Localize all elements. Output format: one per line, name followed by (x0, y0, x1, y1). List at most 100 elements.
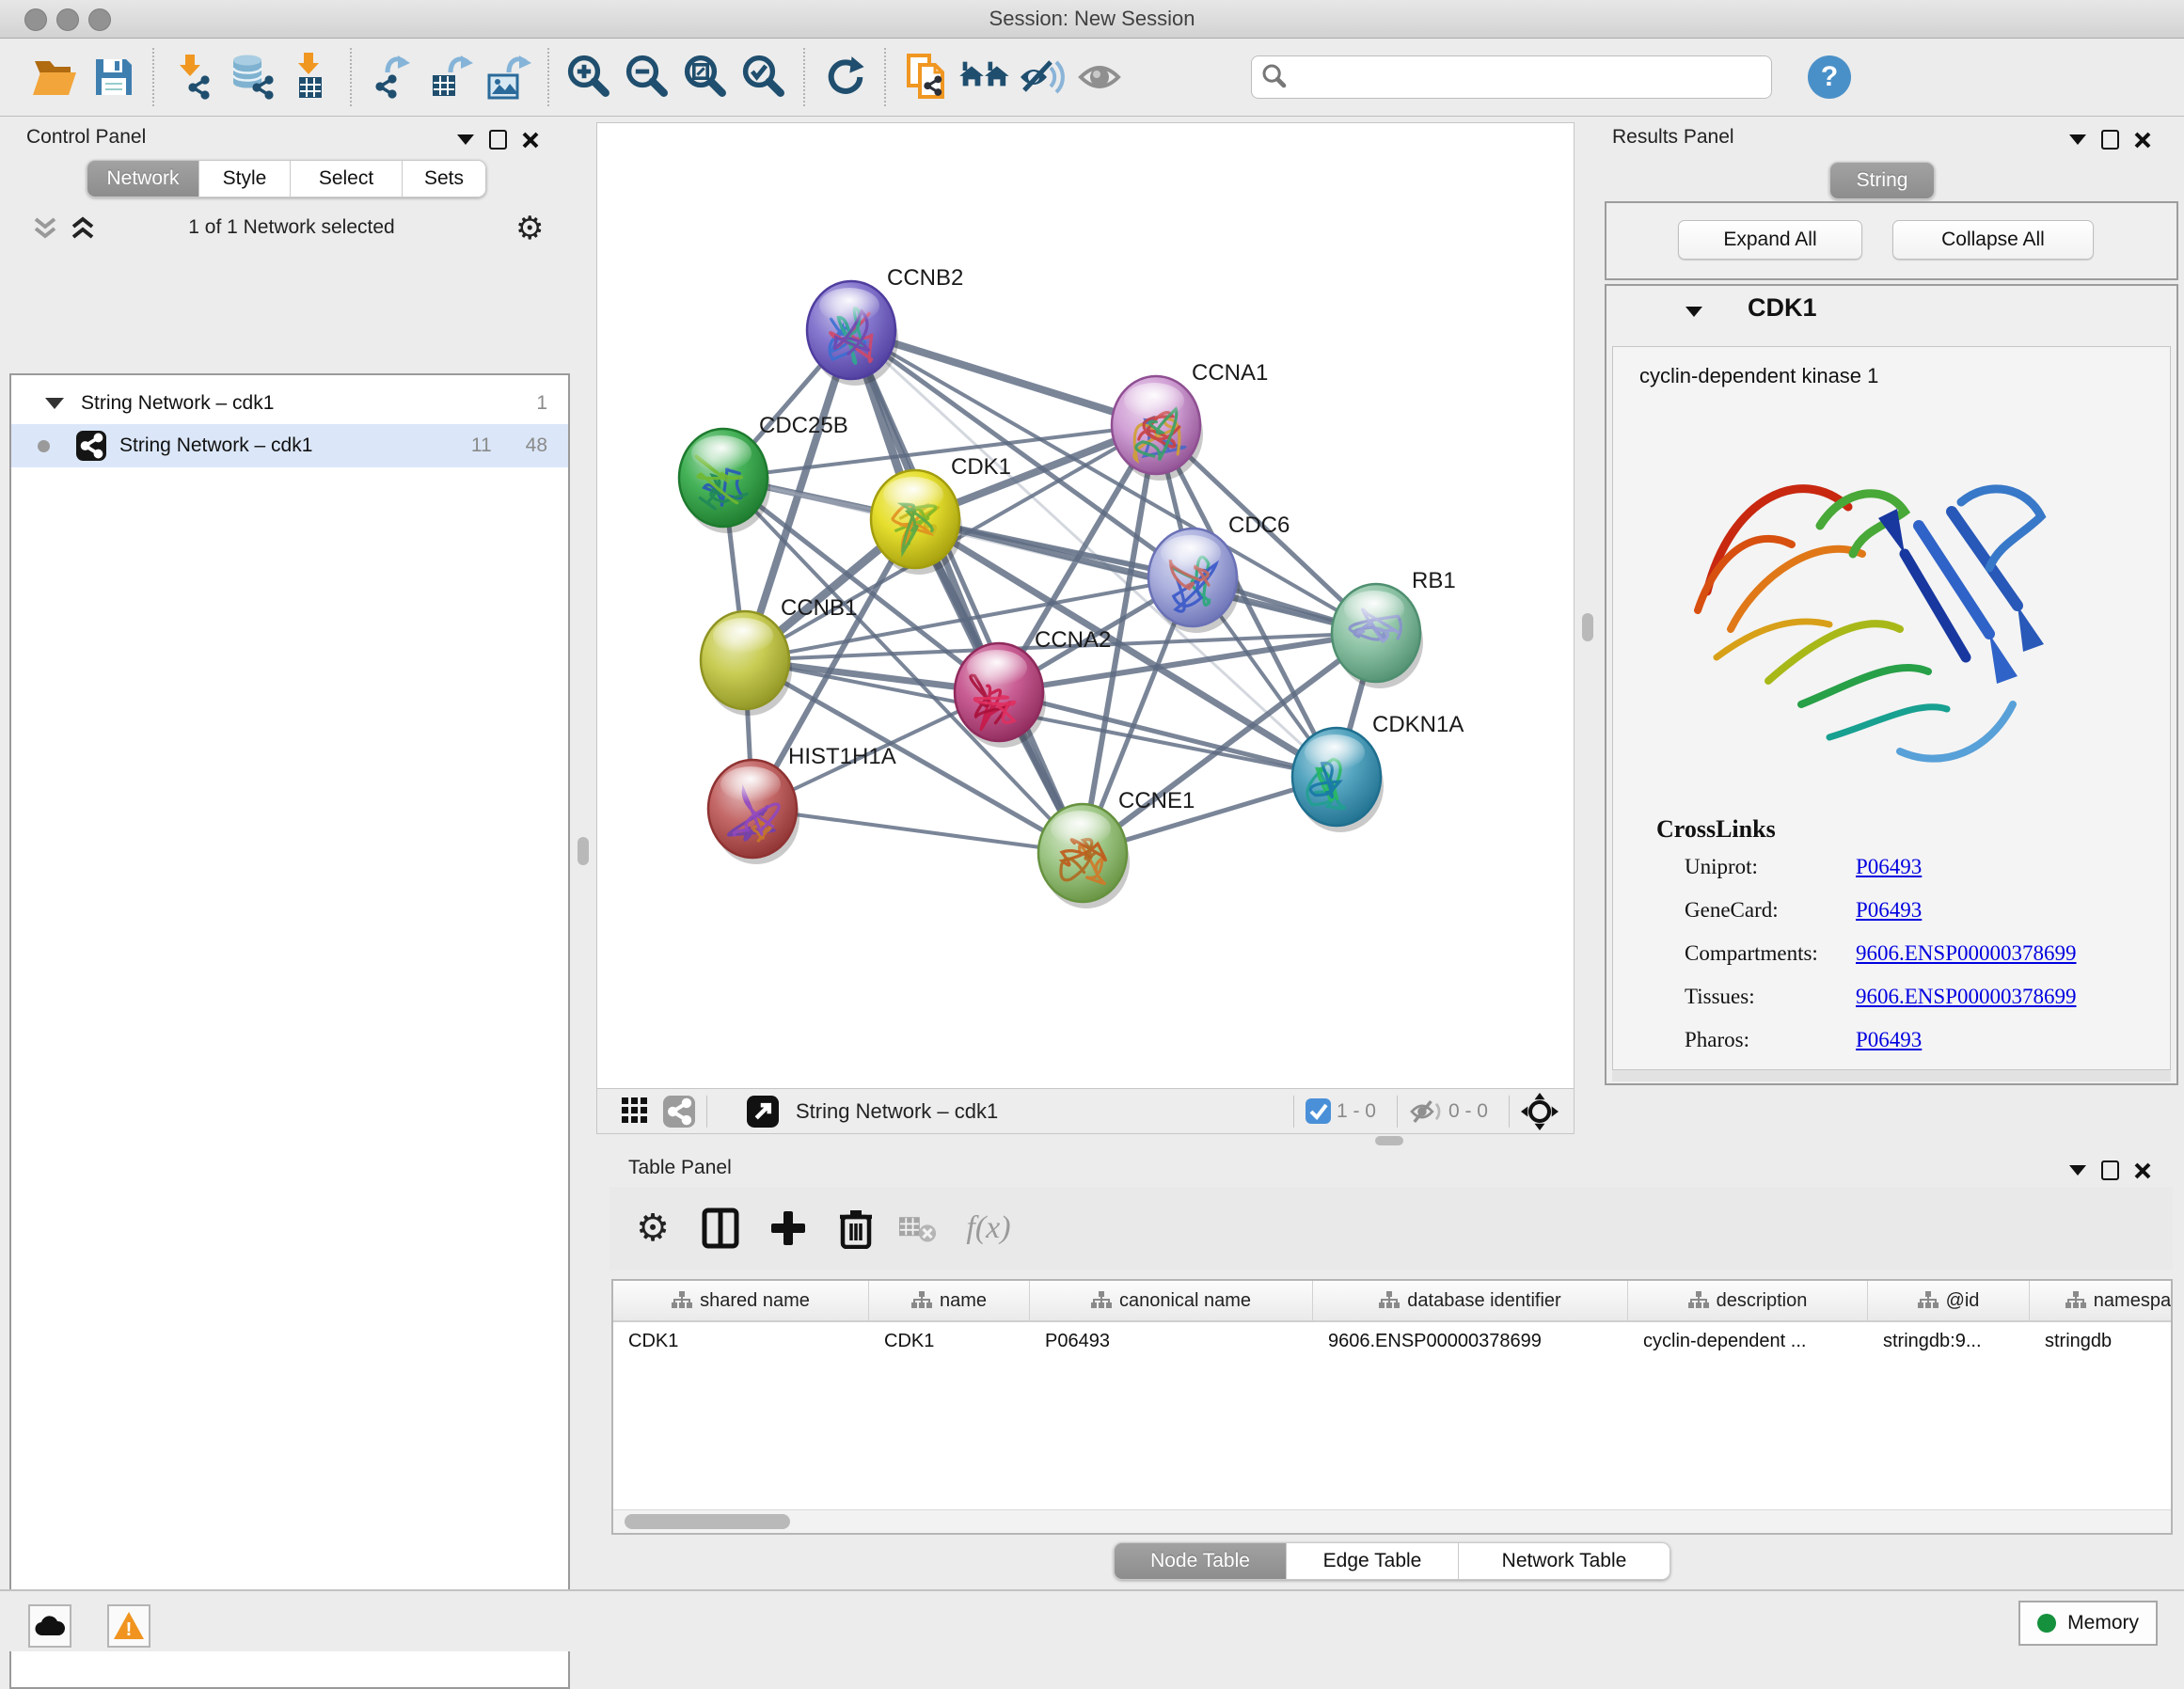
table-cell[interactable]: stringdb:9... (1868, 1331, 2030, 1352)
tab-select[interactable]: Select (291, 160, 403, 197)
search-input[interactable] (1251, 55, 1772, 99)
tab-label: Edge Table (1323, 1550, 1422, 1572)
bottom-splitter-handle[interactable] (1375, 1136, 1403, 1145)
control-panel-collapse-icon[interactable] (457, 134, 474, 145)
tab-network-table[interactable]: Network Table (1459, 1542, 1670, 1580)
node-label: CDKN1A (1372, 712, 1464, 737)
window-minimize-button[interactable] (56, 8, 79, 31)
network-node-ccna1[interactable]: CCNA1 (1112, 360, 1268, 481)
column-header--id[interactable]: @id (1868, 1281, 2030, 1320)
table-panel-collapse-icon[interactable] (2069, 1165, 2086, 1176)
clone-network-button[interactable] (897, 50, 956, 104)
memory-button[interactable]: Memory (2018, 1601, 2158, 1646)
hide-selected-button[interactable] (1014, 50, 1072, 104)
table-cell[interactable]: P06493 (1030, 1331, 1313, 1352)
network-options-gear-icon[interactable]: ⚙ (515, 213, 544, 245)
table-panel-float-icon[interactable] (2101, 1160, 2119, 1180)
node-details-expander-icon[interactable] (1685, 307, 1702, 317)
tab-style[interactable]: Style (199, 160, 291, 197)
zoom-fit-button[interactable] (677, 50, 736, 104)
table-cell[interactable]: 9606.ENSP00000378699 (1313, 1331, 1628, 1352)
table-scrollbar-track[interactable] (613, 1509, 2171, 1533)
apply-style-button[interactable] (816, 50, 875, 104)
warnings-button[interactable]: ! (107, 1604, 150, 1648)
crosslink-pharos-link[interactable]: P06493 (1856, 1028, 1922, 1052)
home-button[interactable] (956, 50, 1014, 104)
results-panel-float-icon[interactable] (2101, 130, 2119, 150)
column-header-database-identifier[interactable]: database identifier (1313, 1281, 1628, 1320)
save-session-button[interactable] (85, 50, 143, 104)
network-node-cdk1[interactable]: CDK1 (871, 454, 1011, 575)
results-panel: Results Panel String Expand All Collapse… (1599, 122, 2184, 1134)
window-zoom-button[interactable] (88, 8, 111, 31)
network-node-ccnb2[interactable]: CCNB2 (807, 265, 963, 386)
tab-node-table[interactable]: Node Table (1114, 1542, 1287, 1580)
window-close-button[interactable] (24, 8, 47, 31)
table-options-button[interactable]: ⚙ (619, 1198, 687, 1258)
export-table-button[interactable] (421, 50, 480, 104)
main-toolbar: ? (0, 39, 2184, 117)
crosslink-uniprot-link[interactable]: P06493 (1856, 855, 1922, 879)
network-row[interactable]: String Network – cdk1 11 48 (11, 424, 568, 467)
network-collection-row[interactable]: String Network – cdk1 1 (11, 383, 568, 424)
table-cell[interactable]: cyclin-dependent ... (1628, 1331, 1868, 1352)
tab-network[interactable]: Network (87, 160, 199, 197)
open-session-button[interactable] (26, 50, 85, 104)
network-edge[interactable] (752, 809, 1083, 853)
export-image-button[interactable] (480, 50, 538, 104)
open-in-window-icon[interactable] (747, 1096, 779, 1128)
network-canvas[interactable]: CCNB2CCNA1CDC25BCDK1CDC6RB1CCNB1CCNA2CDK… (596, 122, 1575, 1089)
expander-icon[interactable] (45, 398, 64, 409)
left-splitter-handle[interactable] (578, 837, 589, 865)
show-all-button[interactable] (1072, 50, 1131, 104)
birds-eye-view-icon[interactable] (622, 1097, 650, 1126)
column-header-canonical-name[interactable]: canonical name (1030, 1281, 1313, 1320)
import-network-from-database-button[interactable] (224, 50, 282, 104)
show-columns-button[interactable] (687, 1198, 754, 1258)
crosslink-genecard-link[interactable]: P06493 (1856, 898, 1922, 923)
node-details-card: CDK1 cyclin-dependent kinase 1 (1605, 284, 2178, 1085)
export-network-button[interactable] (363, 50, 421, 104)
table-row[interactable]: CDK1CDK1P064939606.ENSP00000378699cyclin… (613, 1322, 2171, 1360)
expand-all-button[interactable]: Expand All (1678, 220, 1862, 260)
column-header-name[interactable]: name (869, 1281, 1030, 1320)
right-splitter-handle[interactable] (1582, 613, 1593, 641)
network-node-hist1h1a[interactable]: HIST1H1A (708, 744, 896, 864)
table-scrollbar-thumb[interactable] (625, 1514, 790, 1529)
network-overview-icon[interactable] (663, 1096, 695, 1128)
table-cell[interactable]: CDK1 (613, 1331, 869, 1352)
network-node-rb1[interactable]: RB1 (1332, 568, 1456, 688)
create-column-button[interactable] (754, 1198, 822, 1258)
fit-selected-crosshair-icon[interactable] (1521, 1093, 1559, 1130)
crosslink-compartments-link[interactable]: 9606.ENSP00000378699 (1856, 941, 2077, 966)
results-panel-collapse-icon[interactable] (2069, 134, 2086, 145)
collapse-all-button[interactable]: Collapse All (1892, 220, 2094, 260)
column-header-namespace[interactable]: namespace (2030, 1281, 2173, 1320)
network-node-cdkn1a[interactable]: CDKN1A (1292, 712, 1464, 832)
network-edge[interactable] (851, 330, 1083, 853)
zoom-out-button[interactable] (619, 50, 677, 104)
control-panel-float-icon[interactable] (489, 130, 507, 150)
help-button[interactable]: ? (1808, 55, 1851, 99)
import-network-button[interactable] (166, 50, 224, 104)
results-panel-close-icon[interactable] (2134, 132, 2151, 149)
table-cell[interactable]: stringdb (2030, 1331, 2173, 1352)
delete-column-button[interactable] (822, 1198, 890, 1258)
network-node-cdc25b[interactable]: CDC25B (679, 413, 848, 533)
column-header-description[interactable]: description (1628, 1281, 1868, 1320)
tab-edge-table[interactable]: Edge Table (1287, 1542, 1459, 1580)
table-panel-close-icon[interactable] (2134, 1162, 2151, 1179)
zoom-selected-button[interactable] (736, 50, 794, 104)
zoom-in-button[interactable] (561, 50, 619, 104)
tab-sets[interactable]: Sets (403, 160, 486, 197)
results-scrollbar-track[interactable] (1612, 1069, 2171, 1081)
node-description: cyclin-dependent kinase 1 (1639, 364, 1878, 388)
selected-checkbox-icon[interactable] (1306, 1098, 1331, 1124)
column-header-shared-name[interactable]: shared name (613, 1281, 869, 1320)
cloud-status-button[interactable] (28, 1604, 71, 1648)
tab-string[interactable]: String (1829, 162, 1935, 199)
crosslink-tissues-link[interactable]: 9606.ENSP00000378699 (1856, 985, 2077, 1009)
import-table-button[interactable] (282, 50, 340, 104)
table-cell[interactable]: CDK1 (869, 1331, 1030, 1352)
control-panel-close-icon[interactable] (522, 132, 539, 149)
